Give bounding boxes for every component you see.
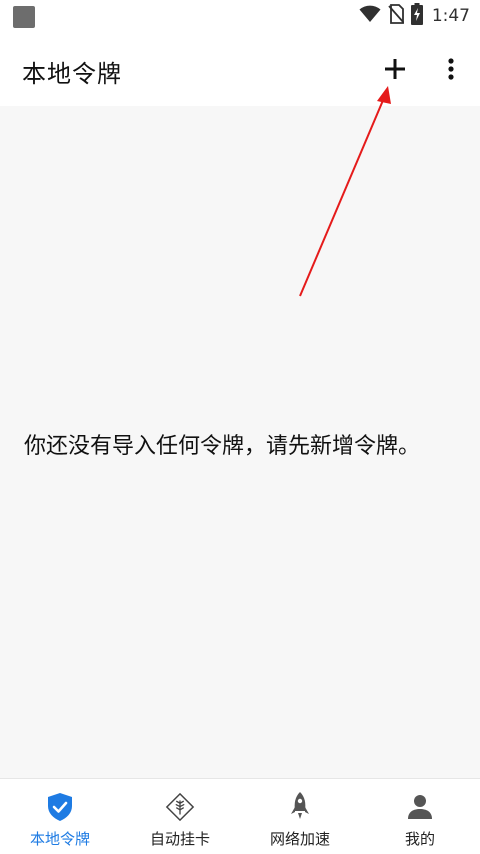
shield-check-icon <box>45 791 75 823</box>
status-time: 1:47 <box>431 6 470 26</box>
token-list-area: 你还没有导入任何令牌，请先新增令牌。 <box>0 106 480 778</box>
battery-charging-icon <box>410 3 423 29</box>
app-bar: 本地令牌 <box>0 32 480 106</box>
nav-item-network-boost[interactable]: 网络加速 <box>240 779 360 854</box>
wifi-icon <box>359 5 381 27</box>
rocket-icon <box>285 791 315 823</box>
more-options-button[interactable] <box>436 52 466 86</box>
nav-item-auto-idle[interactable]: 自动挂卡 <box>120 779 240 854</box>
no-sim-icon <box>388 4 405 28</box>
nav-label-mine: 我的 <box>404 830 435 848</box>
nav-label-auto-idle: 自动挂卡 <box>149 830 210 848</box>
nav-label-local-tokens: 本地令牌 <box>29 830 90 848</box>
status-icons: 1:47 <box>359 0 470 32</box>
empty-state-message: 你还没有导入任何令牌，请先新增令牌。 <box>24 434 421 459</box>
bottom-navigation: 本地令牌 自动挂卡 网络加速 我的 <box>0 778 480 854</box>
nav-label-network-boost: 网络加速 <box>269 830 330 848</box>
status-bar: 1:47 <box>0 0 480 32</box>
person-icon <box>405 791 435 823</box>
app-notification-icon <box>13 6 35 28</box>
nav-item-mine[interactable]: 我的 <box>360 779 480 854</box>
plus-icon <box>385 59 405 79</box>
add-token-button[interactable] <box>378 52 412 86</box>
more-vertical-icon <box>448 58 454 80</box>
wheat-diamond-icon <box>165 791 195 823</box>
page-title: 本地令牌 <box>22 60 122 88</box>
nav-item-local-tokens[interactable]: 本地令牌 <box>0 779 120 854</box>
